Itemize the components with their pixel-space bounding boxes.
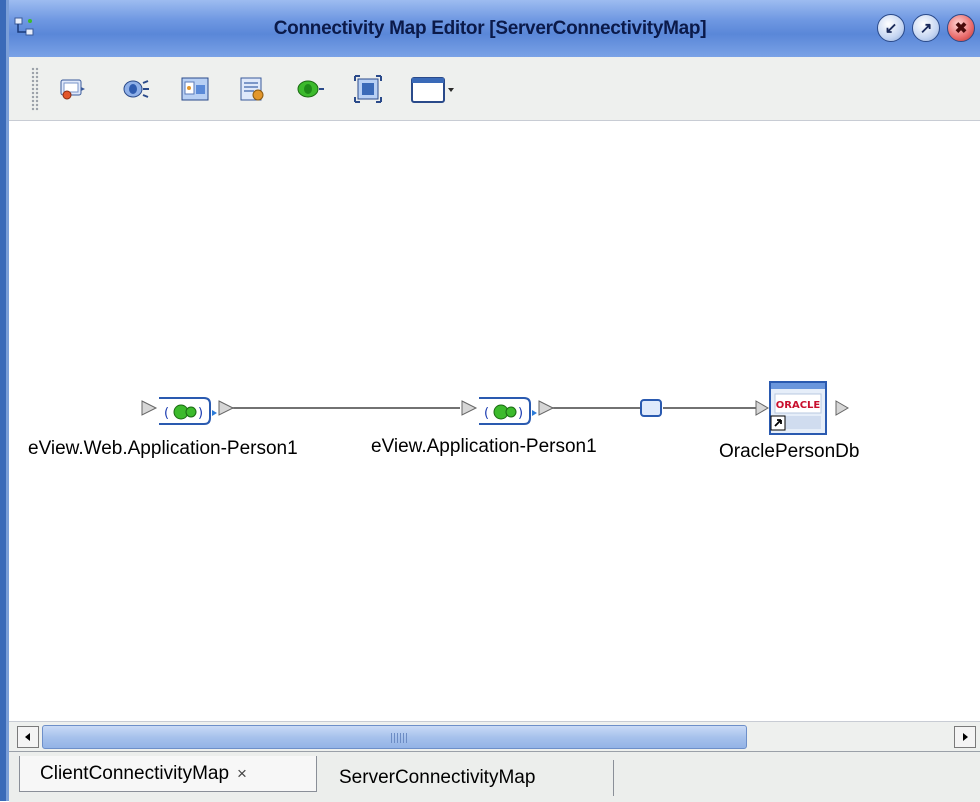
window-dropdown-icon[interactable]	[409, 73, 457, 105]
svg-text:): )	[518, 406, 523, 421]
horizontal-scrollbar[interactable]	[9, 721, 980, 752]
svg-text:(: (	[484, 406, 489, 421]
maximize-icon: ↗	[919, 20, 933, 37]
editor-tab-bar: ClientConnectivityMap × ServerConnectivit…	[9, 751, 980, 802]
scrollbar-thumb[interactable]	[42, 725, 747, 749]
select-all-icon[interactable]	[352, 73, 384, 105]
application-node-icon[interactable]: ( )	[460, 386, 555, 430]
minimize-icon: ↙	[884, 20, 898, 37]
scrollbar-grip	[391, 733, 409, 743]
tab-client-connectivity-map[interactable]: ClientConnectivityMap ×	[19, 756, 317, 792]
connectivity-map-editor-window: Connectivity Map Editor [ServerConnectiv…	[0, 0, 980, 802]
web-application-node-icon[interactable]: ( )	[140, 386, 235, 430]
web-application-node-label[interactable]: eView.Web.Application-Person1	[28, 438, 298, 460]
arrow-left-icon	[25, 733, 30, 741]
oracle-database-node-label[interactable]: OraclePersonDb	[719, 441, 859, 463]
scroll-right-button[interactable]	[954, 726, 976, 748]
window-title: Connectivity Map Editor [ServerConnectiv…	[273, 18, 707, 39]
collaboration-icon[interactable]	[236, 73, 268, 105]
title-bar[interactable]: Connectivity Map Editor [ServerConnectiv…	[0, 0, 980, 57]
map-canvas[interactable]: ( ) eView.Web.Application-Person1 ( ) eV…	[9, 121, 980, 721]
topic-icon[interactable]	[294, 73, 326, 105]
tab-label: ServerConnectivityMap	[339, 767, 536, 788]
web-service-icon[interactable]	[179, 73, 211, 105]
scroll-left-button[interactable]	[17, 726, 39, 748]
oracle-logo-text: ORACLE	[776, 400, 821, 411]
application-node-label[interactable]: eView.Application-Person1	[371, 436, 597, 458]
editor-toolbar	[9, 57, 980, 121]
minimize-button[interactable]: ↙	[877, 14, 905, 42]
oracle-database-node-icon[interactable]: ORACLE	[754, 379, 854, 441]
svg-text:): )	[198, 406, 203, 421]
window-left-border	[0, 0, 9, 801]
maximize-button[interactable]: ↗	[912, 14, 940, 42]
connection-binding-icon[interactable]	[640, 399, 662, 417]
service-icon[interactable]	[120, 73, 152, 105]
toolbar-grip[interactable]	[31, 67, 39, 111]
external-application-icon[interactable]	[55, 73, 87, 105]
tab-server-connectivity-map[interactable]: ServerConnectivityMap	[317, 760, 614, 796]
close-tab-icon[interactable]: ×	[237, 764, 247, 783]
svg-text:(: (	[164, 406, 169, 421]
close-icon: ✖	[954, 20, 968, 37]
tab-label: ClientConnectivityMap	[40, 763, 230, 784]
close-button[interactable]: ✖	[947, 14, 975, 42]
arrow-right-icon	[963, 733, 968, 741]
